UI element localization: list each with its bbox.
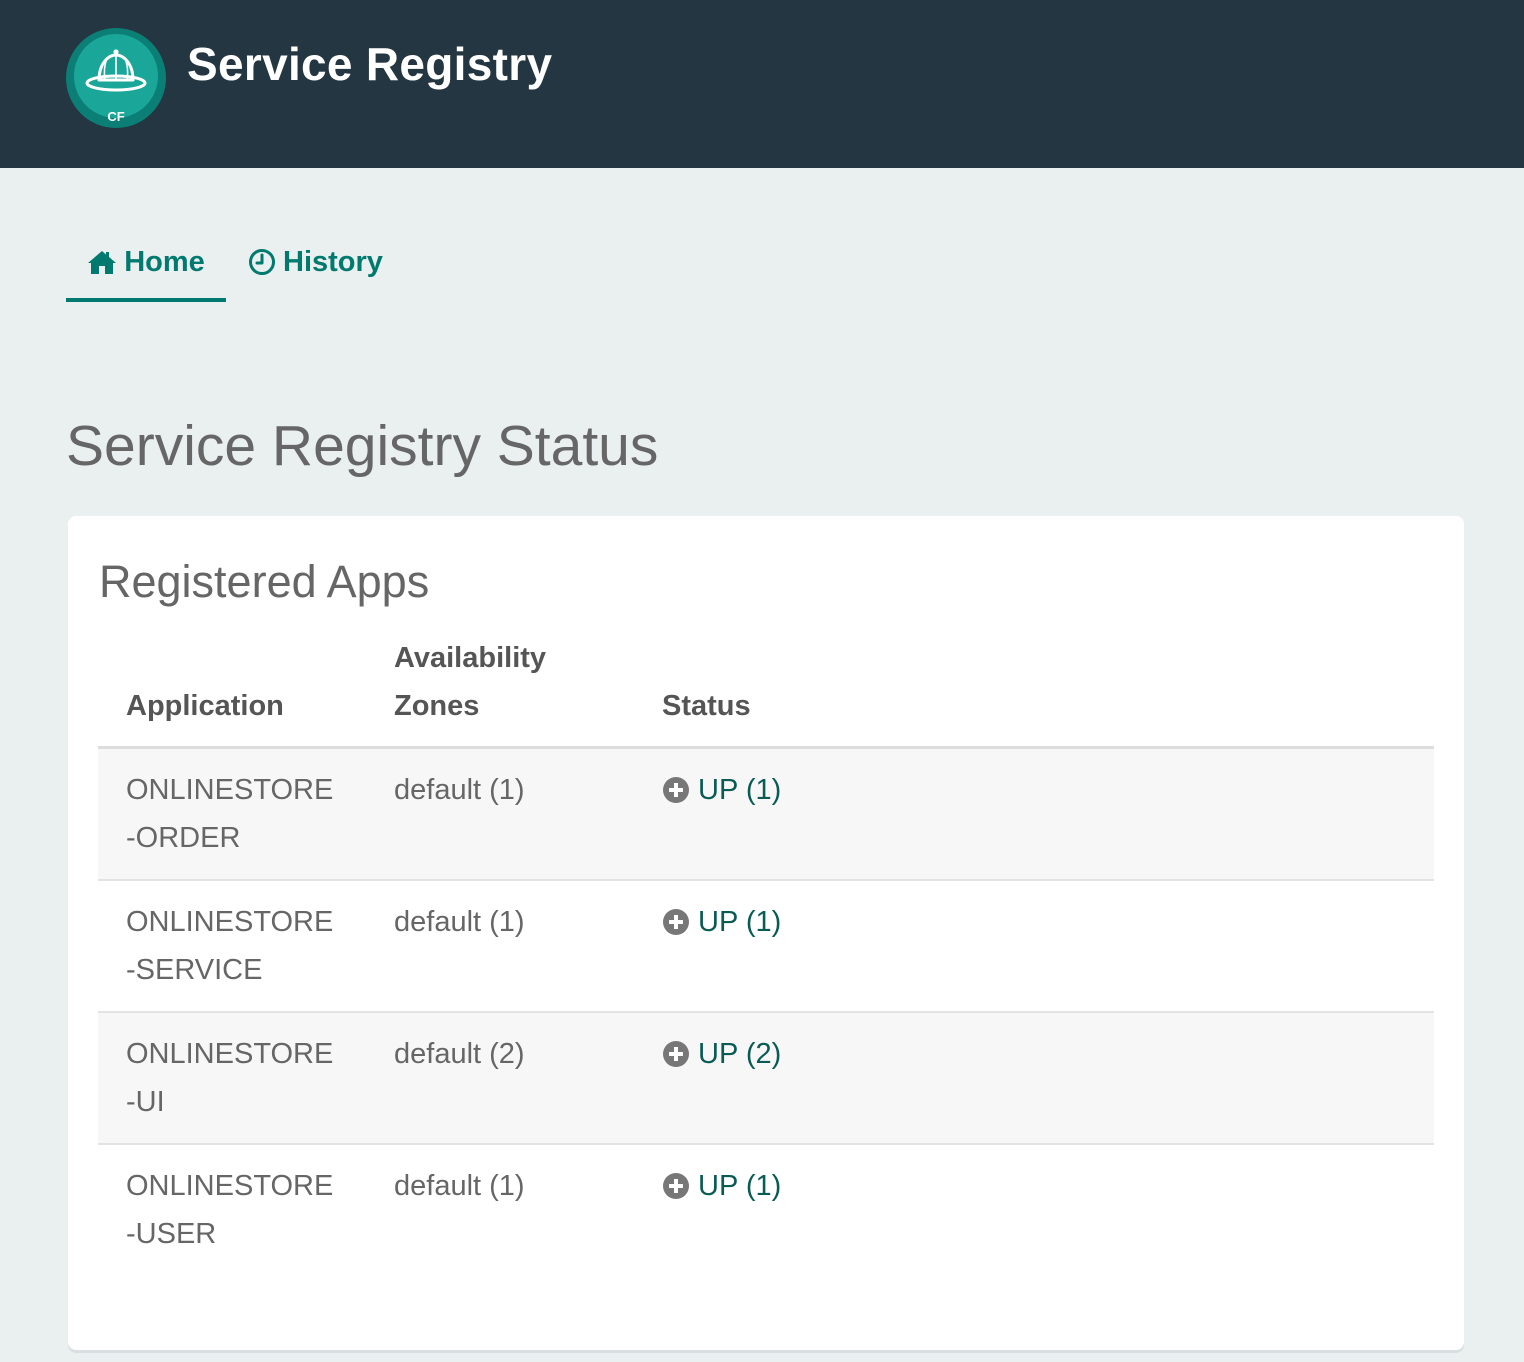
plus-circle-icon (662, 1040, 690, 1068)
cell-status: UP (2) (634, 1011, 1434, 1144)
logo-text: CF (107, 109, 124, 124)
top-header: CF Service Registry (0, 0, 1524, 168)
cell-zones: default (1) (366, 879, 634, 1012)
cell-application: ONLINESTORE-UI (98, 1011, 366, 1144)
status-link[interactable]: UP (1) (662, 766, 781, 814)
tab-home-label: Home (124, 246, 205, 278)
registered-apps-table: Application Availability Zones Status ON… (98, 634, 1434, 1275)
plus-circle-icon (662, 908, 690, 936)
column-header-application: Application (98, 634, 366, 749)
column-header-status: Status (634, 634, 1434, 749)
home-icon (87, 240, 117, 284)
cell-application: ONLINESTORE-SERVICE (98, 879, 366, 1012)
registered-apps-panel: Registered Apps Application Availability… (68, 516, 1464, 1350)
plus-circle-icon (662, 1172, 690, 1200)
status-link[interactable]: UP (2) (662, 1030, 781, 1078)
cell-application: ONLINESTORE-USER (98, 1143, 366, 1275)
tab-home[interactable]: Home (66, 240, 226, 302)
cell-zones: default (1) (366, 747, 634, 880)
table-row: ONLINESTORE-ORDER default (1) UP (1) (98, 747, 1434, 880)
table-header-row: Application Availability Zones Status (98, 634, 1434, 749)
cell-status: UP (1) (634, 1143, 1434, 1275)
table-row: ONLINESTORE-SERVICE default (1) UP (1) (98, 879, 1434, 1012)
cloud-foundry-logo[interactable]: CF (66, 28, 166, 128)
column-header-availability-zones: Availability Zones (366, 634, 634, 749)
status-link[interactable]: UP (1) (662, 1162, 781, 1210)
clock-icon (248, 240, 276, 284)
plus-circle-icon (662, 776, 690, 804)
status-link[interactable]: UP (1) (662, 898, 781, 946)
cell-zones: default (1) (366, 1143, 634, 1275)
cell-zones: default (2) (366, 1011, 634, 1144)
table-row: ONLINESTORE-UI default (2) UP (2) (98, 1011, 1434, 1144)
tab-history-label: History (283, 246, 383, 278)
tab-history[interactable]: History (248, 240, 398, 302)
cell-status: UP (1) (634, 879, 1434, 1012)
page-title: Service Registry Status (66, 414, 659, 478)
panel-title: Registered Apps (99, 556, 430, 607)
cell-status: UP (1) (634, 747, 1434, 880)
cell-application: ONLINESTORE-ORDER (98, 747, 366, 880)
table-row: ONLINESTORE-USER default (1) UP (1) (98, 1143, 1434, 1275)
app-title[interactable]: Service Registry (187, 36, 552, 92)
